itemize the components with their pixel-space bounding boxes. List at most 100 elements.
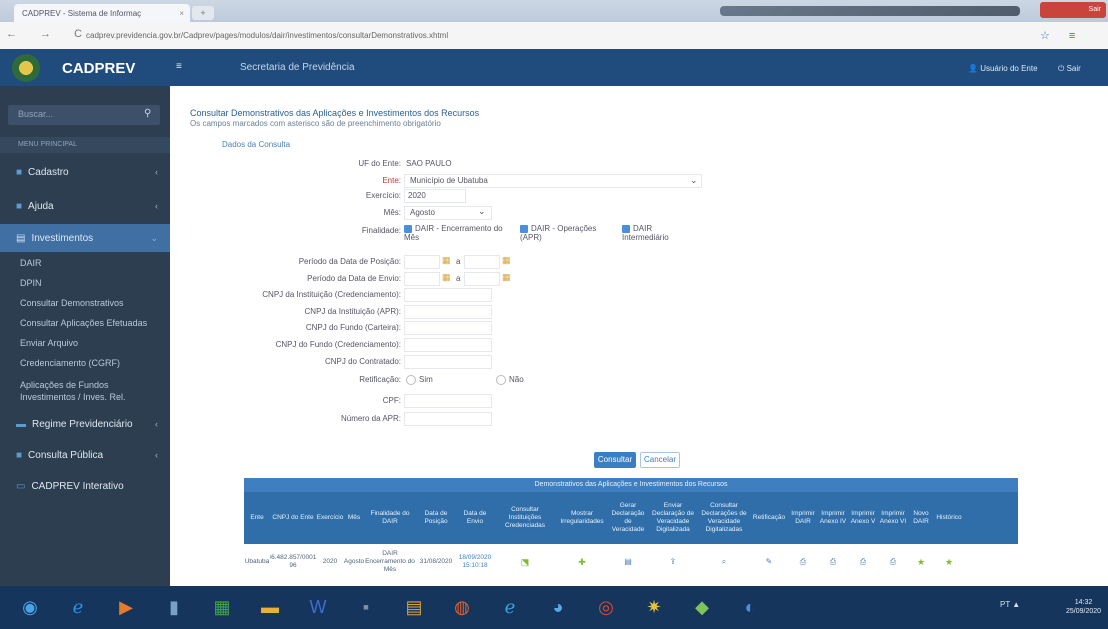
- sidebar-item-investimentos[interactable]: ▤ Investimentos ⌄: [0, 224, 170, 252]
- submenu-item[interactable]: Aplicações de Fundos: [20, 380, 109, 390]
- cnpj-contratado-input[interactable]: [404, 355, 492, 369]
- finalidade-option[interactable]: DAIR - Operações (APR): [520, 224, 612, 242]
- logout-link[interactable]: ⏻ Sair: [1058, 64, 1081, 74]
- submenu-item[interactable]: Enviar Arquivo: [20, 338, 78, 348]
- finalidade-option[interactable]: DAIR - Encerramento do Mês: [404, 224, 510, 242]
- cnpj-fundo-cred-input[interactable]: [404, 338, 492, 352]
- app-icon[interactable]: ◐: [732, 592, 768, 624]
- submenu-item[interactable]: Credenciamento (CGRF): [20, 358, 120, 368]
- sidebar-item-label: Investimentos: [31, 232, 94, 244]
- cnpj-fundo-label: CNPJ do Fundo (Carteira):: [305, 323, 401, 332]
- cancelar-button[interactable]: Cancelar: [640, 452, 680, 468]
- word-icon[interactable]: W: [300, 592, 336, 624]
- document-icon[interactable]: ▪: [348, 592, 384, 624]
- chevron-down-icon[interactable]: ⌄: [690, 175, 698, 186]
- cell-data-envio[interactable]: 18/09/2020 15:10:18: [456, 544, 494, 580]
- retificacao-label: Retificação:: [359, 375, 401, 384]
- chevron-down-icon[interactable]: ⌄: [478, 206, 486, 217]
- consultar-button[interactable]: Consultar: [594, 452, 636, 468]
- novo-dair-icon[interactable]: ★: [908, 544, 934, 580]
- sidebar-item-ajuda[interactable]: ■ Ajuda ‹: [0, 192, 170, 220]
- enviar-declaracao-icon[interactable]: ⇪: [648, 544, 698, 580]
- calendar-icon[interactable]: ▦: [502, 272, 511, 283]
- chrome-icon[interactable]: ◎: [588, 592, 624, 624]
- sidebar-item-label: CADPREV Interativo: [31, 480, 124, 492]
- mostrar-irregularidades-icon[interactable]: ✚: [556, 544, 608, 580]
- sidebar-item-cadastro[interactable]: ■ Cadastro ‹: [0, 158, 170, 186]
- new-tab-button[interactable]: +: [192, 6, 214, 20]
- cpf-input[interactable]: [404, 394, 492, 408]
- column-header: Imprimir Anexo VI: [879, 510, 907, 525]
- sidebar-section-header: MENU PRINCIPAL: [0, 137, 170, 153]
- firefox-icon[interactable]: ◍: [444, 592, 480, 624]
- file-icon[interactable]: ▮: [156, 592, 192, 624]
- column-header: Consultar Instituições Credenciadas: [504, 506, 546, 529]
- retificacao-sim[interactable]: Sim: [406, 375, 433, 385]
- retificacao-nao[interactable]: Não: [496, 375, 524, 385]
- close-tab-icon[interactable]: ×: [179, 9, 184, 18]
- historico-icon[interactable]: ★: [934, 544, 964, 580]
- checkbox-checked-icon[interactable]: [404, 224, 412, 233]
- calendar-icon[interactable]: ▦: [442, 255, 451, 266]
- edge-icon[interactable]: ℯ: [492, 592, 528, 624]
- explorer-icon[interactable]: ▤: [396, 592, 432, 624]
- url-field[interactable]: cadprev.previdencia.gov.br/Cadprev/pages…: [86, 31, 566, 43]
- search-icon[interactable]: ⚲: [144, 108, 151, 119]
- menu-toggle-icon[interactable]: ≡: [176, 61, 182, 72]
- app-icon[interactable]: ◆: [684, 592, 720, 624]
- submenu-item[interactable]: DAIR: [20, 258, 42, 268]
- excel-icon[interactable]: ▦: [204, 592, 240, 624]
- chevron-down-icon: ⌄: [150, 232, 158, 243]
- calendar-icon[interactable]: ▦: [442, 272, 451, 283]
- sidebar-item-consulta[interactable]: ■ Consulta Pública ‹: [0, 441, 170, 469]
- consultar-declaracoes-icon[interactable]: ⌕: [698, 544, 750, 580]
- chat-icon[interactable]: ◕: [540, 592, 576, 624]
- apr-input[interactable]: [404, 412, 492, 426]
- sticky-notes-icon[interactable]: ✷: [636, 592, 672, 624]
- submenu-item[interactable]: Investimentos / Inves. Rel.: [20, 392, 126, 402]
- app-name[interactable]: CADPREV: [62, 60, 135, 77]
- nav-buttons[interactable]: ← → C: [6, 28, 92, 40]
- checkbox-checked-icon[interactable]: [622, 224, 630, 233]
- media-player-icon[interactable]: ▶: [108, 592, 144, 624]
- start-button-icon[interactable]: ◉: [12, 592, 48, 624]
- retificacao-icon[interactable]: ✎: [750, 544, 788, 580]
- posicao-inicio-input[interactable]: [404, 255, 440, 269]
- user-menu[interactable]: 👤 Usuário do Ente: [968, 64, 1038, 73]
- submenu-item[interactable]: DPIN: [20, 278, 42, 288]
- cnpj-instituicao-input[interactable]: [404, 305, 492, 319]
- cell-data-posicao: 31/08/2020: [419, 558, 453, 565]
- sidebar-item-regime[interactable]: ▬ Regime Previdenciário ‹: [0, 410, 170, 438]
- column-header: Data de Posição: [424, 510, 448, 525]
- exercicio-label: Exercício:: [365, 191, 401, 200]
- calendar-icon[interactable]: ▦: [502, 255, 511, 266]
- submenu-item[interactable]: Consultar Aplicações Efetuadas: [20, 318, 147, 328]
- envio-fim-input[interactable]: [464, 272, 500, 286]
- consultar-instituicoes-icon[interactable]: ⬔: [494, 544, 556, 580]
- browser-tab[interactable]: CADPREV - Sistema de Informaç ×: [14, 4, 190, 22]
- gerar-declaracao-icon[interactable]: ▤: [608, 544, 648, 580]
- bookmark-star-icon[interactable]: ☆ ≡: [1040, 29, 1083, 42]
- cnpj-credenciamento-input[interactable]: [404, 288, 492, 302]
- posicao-fim-input[interactable]: [464, 255, 500, 269]
- print-icon[interactable]: ⎙: [878, 544, 908, 580]
- system-tray[interactable]: PT ▲: [1000, 600, 1020, 609]
- clock[interactable]: 14:32 25/09/2020: [1066, 598, 1101, 616]
- window-close-button[interactable]: Sair: [1040, 2, 1106, 18]
- submenu-item[interactable]: Consultar Demonstrativos: [20, 298, 124, 308]
- page-subtitle: Os campos marcados com asterisco são de …: [190, 119, 441, 128]
- radio-icon[interactable]: [496, 375, 506, 385]
- envio-inicio-input[interactable]: [404, 272, 440, 286]
- radio-icon[interactable]: [406, 375, 416, 385]
- print-icon[interactable]: ⎙: [818, 544, 848, 580]
- print-icon[interactable]: ⎙: [788, 544, 818, 580]
- ie-icon[interactable]: ℯ: [60, 592, 96, 624]
- ente-label: Ente:: [382, 176, 401, 185]
- folder-icon[interactable]: ▬: [252, 592, 288, 624]
- sidebar-item-interativo[interactable]: ▭ CADPREV Interativo: [0, 472, 170, 500]
- cnpj-fundo-input[interactable]: [404, 321, 492, 335]
- finalidade-option[interactable]: DAIR Intermediário: [622, 224, 692, 242]
- checkbox-checked-icon[interactable]: [520, 224, 528, 233]
- print-icon[interactable]: ⎙: [848, 544, 878, 580]
- uf-value: SAO PAULO: [406, 159, 452, 168]
